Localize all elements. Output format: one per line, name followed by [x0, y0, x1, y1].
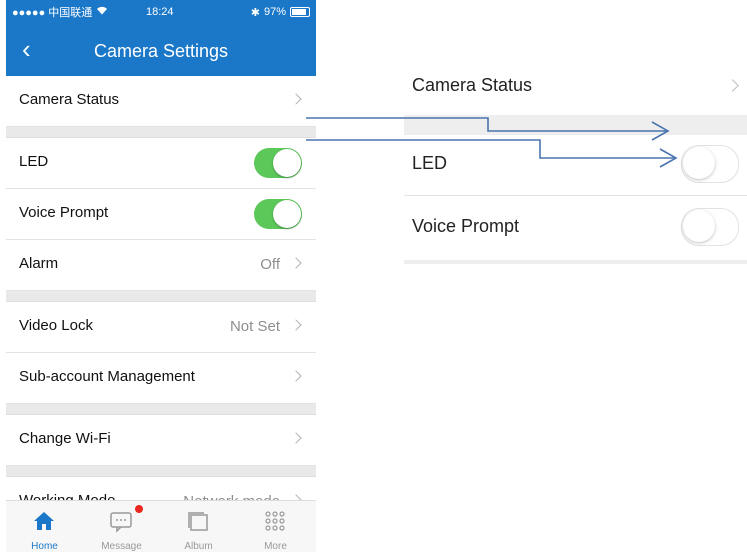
change-wifi-label: Change Wi-Fi: [19, 430, 111, 447]
camera-status-label: Camera Status: [19, 91, 120, 108]
zoomed-settings-panel: Camera Status LED Voice Prompt: [404, 55, 747, 265]
video-lock-row[interactable]: Video Lock Not Set: [6, 302, 316, 353]
zoom-led-toggle[interactable]: [681, 145, 739, 183]
section-divider: [404, 260, 747, 264]
zoom-led-label: LED: [412, 153, 448, 173]
battery-percent: 97%: [263, 6, 286, 18]
bluetooth-icon: ✱: [250, 6, 260, 19]
tab-bar: Home Message Album More: [6, 500, 316, 552]
video-lock-label: Video Lock: [19, 317, 93, 334]
sub-account-label: Sub-account Management: [19, 368, 195, 385]
chevron-right-icon: [726, 79, 739, 92]
battery-icon: [290, 7, 310, 17]
led-label: LED: [19, 153, 49, 170]
zoom-voice-prompt-toggle[interactable]: [681, 208, 739, 246]
tab-album[interactable]: Album: [160, 501, 237, 552]
tab-message[interactable]: Message: [83, 501, 160, 552]
section-divider: [404, 115, 747, 135]
voice-prompt-row: Voice Prompt: [6, 189, 316, 240]
status-bar: ●●●●● 中国联通 18:24 ✱ 97%: [6, 0, 316, 24]
tab-home[interactable]: Home: [6, 501, 83, 552]
voice-prompt-toggle[interactable]: [254, 199, 302, 229]
led-row: LED: [6, 138, 316, 189]
alarm-row[interactable]: Alarm Off: [6, 240, 316, 291]
home-icon: [32, 509, 56, 533]
nav-bar: ‹ Camera Settings: [6, 24, 316, 76]
zoom-voice-prompt-label: Voice Prompt: [412, 216, 520, 236]
sub-account-row[interactable]: Sub-account Management: [6, 353, 316, 404]
zoom-voice-prompt-row: Voice Prompt: [404, 196, 747, 256]
carrier-text: ●●●●● 中国联通: [12, 7, 93, 19]
tab-message-label: Message: [101, 541, 142, 552]
change-wifi-row[interactable]: Change Wi-Fi: [6, 415, 316, 466]
message-icon: [109, 509, 133, 533]
toggle-knob: [273, 149, 301, 177]
zoom-led-row: LED: [404, 135, 747, 195]
zoom-camera-status-label: Camera Status: [412, 75, 533, 95]
tab-album-label: Album: [184, 541, 213, 552]
section-divider: [6, 127, 316, 138]
more-grid-icon: [263, 509, 287, 533]
chevron-right-icon: [290, 370, 302, 382]
toggle-knob: [683, 210, 715, 242]
wifi-icon: [96, 6, 108, 18]
status-right: ✱ 97%: [251, 6, 310, 19]
page-title: Camera Settings: [93, 41, 229, 61]
status-time: 18:24: [146, 6, 174, 18]
led-toggle[interactable]: [254, 148, 302, 178]
video-lock-value: Not Set: [229, 318, 280, 335]
chevron-right-icon: [290, 432, 302, 444]
phone-screen: ●●●●● 中国联通 18:24 ✱ 97% ‹ Camera Settings…: [6, 0, 316, 552]
tab-home-label: Home: [31, 541, 58, 552]
voice-prompt-label: Voice Prompt: [19, 204, 109, 221]
toggle-knob: [273, 200, 301, 228]
alarm-value: Off: [260, 256, 280, 273]
tab-more-label: More: [264, 541, 287, 552]
chevron-right-icon: [290, 257, 302, 269]
settings-list: Camera Status LED Voice Prompt Alarm Off…: [6, 76, 316, 528]
tab-more[interactable]: More: [237, 501, 314, 552]
section-divider: [6, 404, 316, 415]
status-carrier: ●●●●● 中国联通: [12, 4, 108, 20]
alarm-label: Alarm: [19, 255, 59, 272]
section-divider: [6, 466, 316, 477]
camera-status-row[interactable]: Camera Status: [6, 76, 316, 127]
section-divider: [6, 291, 316, 302]
album-icon: [186, 509, 210, 533]
toggle-knob: [683, 147, 715, 179]
chevron-right-icon: [290, 93, 302, 105]
notification-badge: [135, 505, 143, 513]
zoom-camera-status-row[interactable]: Camera Status: [404, 55, 747, 115]
chevron-right-icon: [290, 319, 302, 331]
